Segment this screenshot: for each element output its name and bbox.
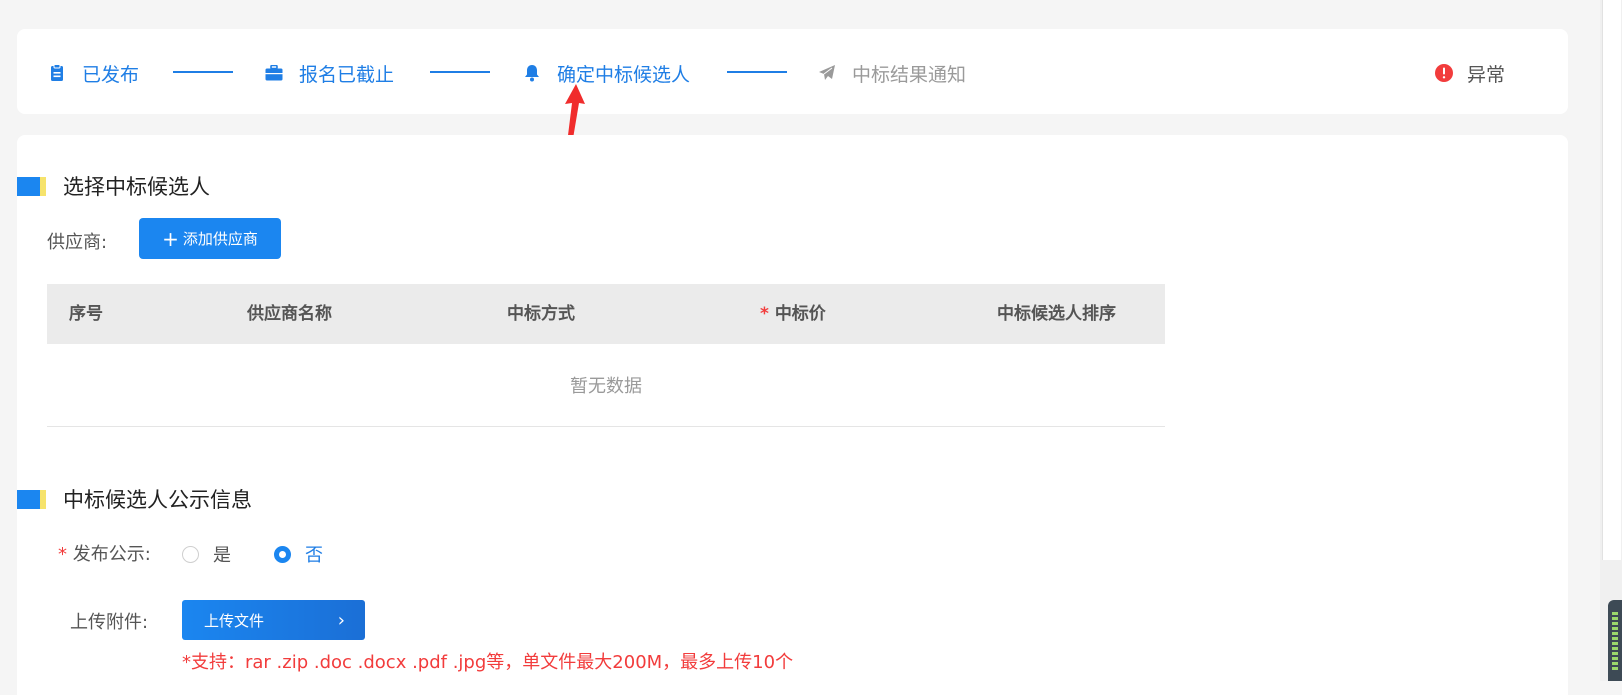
step-connector	[727, 71, 787, 73]
clipboard-icon	[48, 64, 66, 82]
column-header-index: 序号	[69, 304, 103, 324]
step-connector	[430, 71, 490, 73]
section-publicity-info-title: 中标候选人公示信息	[17, 484, 252, 514]
add-supplier-button[interactable]: + 添加供应商	[139, 218, 281, 259]
step-published[interactable]: 已发布	[48, 60, 139, 86]
upload-file-button[interactable]: 上传文件 ›	[182, 600, 365, 640]
radio-publish-yes[interactable]: 是	[182, 541, 231, 567]
step-registration-closed[interactable]: 报名已截止	[265, 60, 394, 86]
step-label: 已发布	[82, 63, 140, 86]
column-header-award-price: * 中标价	[760, 304, 826, 324]
side-widget[interactable]	[1608, 600, 1622, 681]
column-header-award-method: 中标方式	[507, 304, 575, 324]
column-header-candidate-rank: 中标候选人排序	[997, 304, 1116, 324]
section-marker	[17, 489, 46, 509]
upload-attachment-label: 上传附件:	[70, 612, 149, 633]
candidates-table: 序号 供应商名称 中标方式 * 中标价 中标候选人排序 暂无数据	[47, 284, 1165, 427]
step-label: 确定中标候选人	[557, 63, 691, 86]
progress-steps-card	[17, 29, 1568, 114]
exception-status[interactable]: 异常	[1435, 60, 1505, 86]
radio-circle[interactable]	[274, 545, 291, 563]
supplier-label: 供应商:	[47, 232, 108, 253]
publish-notice-label: * 发布公示:	[58, 544, 151, 565]
section-select-candidates-title: 选择中标候选人	[17, 171, 210, 201]
radio-publish-no[interactable]: 否	[274, 541, 323, 567]
step-label: 报名已截止	[299, 63, 395, 86]
upload-hint-text: *支持：rar .zip .doc .docx .pdf .jpg等，单文件最大…	[182, 652, 794, 673]
radio-circle[interactable]	[182, 545, 199, 563]
bell-icon	[523, 64, 541, 82]
step-label: 中标结果通知	[852, 63, 967, 86]
step-result-notice[interactable]: 中标结果通知	[818, 60, 966, 86]
briefcase-icon	[265, 64, 283, 82]
step-confirm-candidates[interactable]: 确定中标候选人	[523, 60, 690, 86]
exception-label: 异常	[1467, 63, 1506, 86]
required-marker: *	[760, 304, 769, 324]
chevron-right-icon: ›	[337, 609, 345, 631]
paper-plane-icon	[818, 64, 836, 82]
column-header-supplier-name: 供应商名称	[247, 304, 332, 324]
scrollbar-thumb[interactable]	[1602, 0, 1621, 560]
table-body: 暂无数据	[47, 344, 1165, 427]
step-connector	[173, 71, 233, 73]
section-marker	[17, 176, 46, 196]
table-header: 序号 供应商名称 中标方式 * 中标价 中标候选人排序	[47, 284, 1165, 344]
empty-state-text: 暂无数据	[570, 376, 642, 397]
required-marker: *	[58, 544, 67, 565]
alert-circle-icon	[1435, 64, 1453, 82]
plus-icon: +	[162, 226, 179, 251]
